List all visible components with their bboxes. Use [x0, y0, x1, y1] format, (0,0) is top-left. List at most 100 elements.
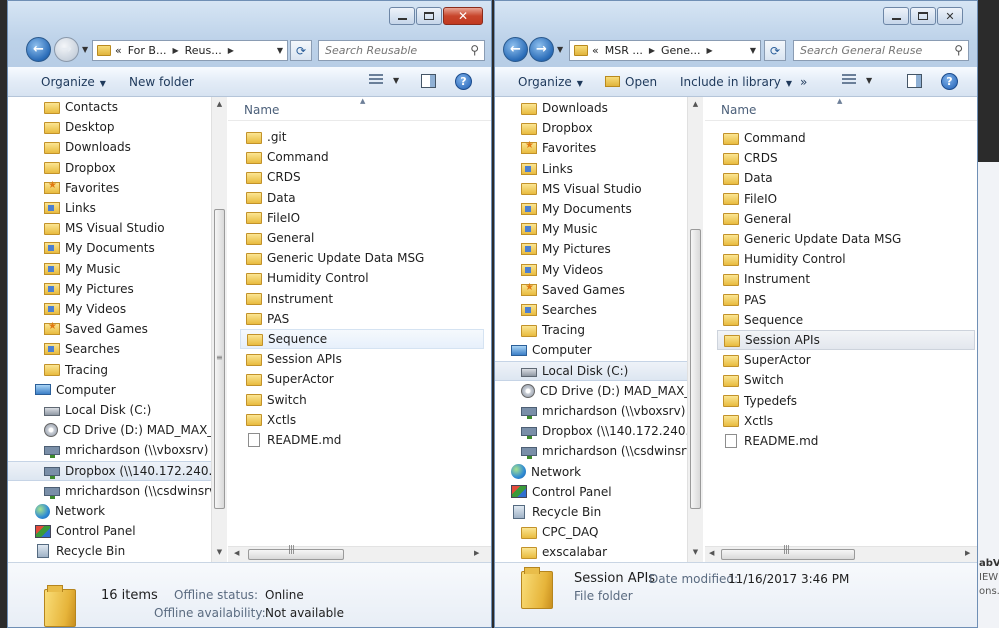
nav-item[interactable]: Control Panel: [8, 521, 227, 541]
chevron-right-icon[interactable]: ▶: [172, 46, 178, 55]
scroll-right-icon[interactable]: ▶: [474, 549, 479, 557]
scroll-up-icon[interactable]: ▲: [212, 100, 227, 108]
file-row[interactable]: Xctls: [240, 410, 296, 430]
address-dropdown-icon[interactable]: ▼: [750, 46, 756, 55]
scrollbar-thumb[interactable]: [690, 229, 701, 509]
file-row[interactable]: CRDS: [240, 167, 301, 187]
preview-pane-button[interactable]: [907, 74, 922, 88]
scroll-up-icon[interactable]: ▲: [688, 100, 703, 108]
file-row[interactable]: Xctls: [717, 411, 773, 431]
nav-item[interactable]: CD Drive (D:) MAD_MAX_: [495, 381, 687, 401]
horizontal-scrollbar[interactable]: ◀ ||| ▶: [705, 545, 977, 562]
chevron-right-icon[interactable]: ▶: [228, 46, 234, 55]
file-row[interactable]: Instrument: [717, 269, 810, 289]
search-input[interactable]: [319, 41, 484, 60]
column-header-name[interactable]: Name ▲: [228, 97, 491, 121]
file-row[interactable]: README.md: [717, 431, 818, 451]
nav-item[interactable]: mrichardson (\\vboxsrv) (: [495, 401, 687, 421]
search-icon[interactable]: ⚲: [470, 43, 479, 57]
include-in-library-button[interactable]: Include in library ▼: [680, 75, 792, 89]
file-row[interactable]: Data: [717, 168, 773, 188]
file-row[interactable]: Session APIs: [717, 330, 975, 350]
chevron-right-icon[interactable]: ▶: [649, 46, 655, 55]
address-dropdown-icon[interactable]: ▼: [277, 46, 283, 55]
file-row[interactable]: Sequence: [240, 329, 484, 349]
search-icon[interactable]: ⚲: [954, 43, 963, 57]
file-row[interactable]: Generic Update Data MSG: [240, 248, 424, 268]
refresh-button[interactable]: ⟳: [764, 40, 786, 61]
scroll-down-icon[interactable]: ▼: [212, 548, 227, 556]
breadcrumb-2[interactable]: Reus...: [185, 44, 222, 57]
nav-item[interactable]: My Music: [495, 219, 687, 239]
nav-item[interactable]: Dropbox: [495, 118, 687, 138]
file-row[interactable]: CRDS: [717, 148, 778, 168]
new-folder-button[interactable]: New folder: [129, 75, 194, 89]
nav-item[interactable]: Links: [8, 198, 227, 218]
column-header-name[interactable]: Name ▲: [705, 97, 977, 121]
nav-item[interactable]: Network: [495, 462, 687, 482]
nav-item[interactable]: My Pictures: [495, 239, 687, 259]
close-button[interactable]: ✕: [937, 7, 963, 25]
file-row[interactable]: General: [240, 228, 314, 248]
change-view-button[interactable]: ▼: [842, 74, 872, 86]
organize-button[interactable]: Organize ▼: [41, 75, 106, 89]
navigation-scrollbar[interactable]: ▲ ≡ ▼: [211, 97, 227, 562]
file-row[interactable]: .git: [240, 127, 286, 147]
nav-item[interactable]: Links: [495, 159, 687, 179]
breadcrumb-2[interactable]: Gene...: [661, 44, 701, 57]
navigation-scrollbar[interactable]: ▲ ▼: [687, 97, 703, 562]
file-row[interactable]: Command: [717, 128, 806, 148]
file-row[interactable]: General: [717, 209, 791, 229]
open-button[interactable]: Open: [605, 75, 657, 89]
scroll-down-icon[interactable]: ▼: [688, 548, 703, 556]
nav-item[interactable]: My Pictures: [8, 279, 227, 299]
help-button[interactable]: ?: [455, 73, 472, 90]
file-row[interactable]: Typedefs: [717, 391, 797, 411]
nav-item[interactable]: Dropbox (\\140.172.240.22: [8, 460, 227, 481]
file-row[interactable]: Humidity Control: [240, 268, 369, 288]
horizontal-scrollbar[interactable]: ◀ ||| ▶: [228, 545, 491, 562]
back-button[interactable]: ←: [503, 37, 528, 62]
nav-item[interactable]: Computer: [495, 340, 687, 360]
minimize-button[interactable]: [883, 7, 909, 25]
nav-item[interactable]: Computer: [8, 380, 227, 400]
file-row[interactable]: Data: [240, 188, 296, 208]
file-row[interactable]: Switch: [240, 390, 307, 410]
nav-item[interactable]: MS Visual Studio: [8, 218, 227, 238]
chevron-right-icon[interactable]: ▶: [707, 46, 713, 55]
nav-item[interactable]: Recycle Bin: [495, 502, 687, 522]
search-input[interactable]: [794, 41, 968, 60]
nav-item[interactable]: Downloads: [8, 137, 227, 157]
file-row[interactable]: Generic Update Data MSG: [717, 229, 901, 249]
forward-button[interactable]: →: [529, 37, 554, 62]
nav-item[interactable]: Dropbox: [8, 158, 227, 178]
nav-item[interactable]: Desktop: [8, 117, 227, 137]
forward-button[interactable]: →: [54, 37, 79, 62]
nav-item[interactable]: mrichardson (\\csdwinsrv: [495, 441, 687, 461]
nav-item[interactable]: Favorites: [495, 138, 687, 158]
file-row[interactable]: PAS: [717, 290, 766, 310]
nav-item[interactable]: Favorites: [8, 178, 227, 198]
back-button[interactable]: ←: [26, 37, 51, 62]
address-bar[interactable]: « MSR ... ▶ Gene... ▶ ▼: [569, 40, 761, 61]
breadcrumb-1[interactable]: For B...: [128, 44, 167, 57]
nav-item[interactable]: mrichardson (\\vboxsrv) (: [8, 440, 227, 460]
nav-item[interactable]: My Music: [8, 259, 227, 279]
nav-item[interactable]: Saved Games: [495, 280, 687, 300]
nav-item[interactable]: Searches: [495, 300, 687, 320]
nav-item[interactable]: Tracing: [495, 320, 687, 340]
file-row[interactable]: Command: [240, 147, 329, 167]
nav-item[interactable]: Downloads: [495, 98, 687, 118]
nav-item[interactable]: exscalabar: [495, 542, 687, 562]
nav-item[interactable]: My Videos: [8, 299, 227, 319]
nav-item[interactable]: MS Visual Studio: [495, 179, 687, 199]
file-row[interactable]: Session APIs: [240, 349, 342, 369]
nav-item[interactable]: Network: [8, 501, 227, 521]
minimize-button[interactable]: [389, 7, 415, 25]
nav-item[interactable]: My Documents: [8, 238, 227, 258]
nav-item[interactable]: Dropbox (\\140.172.240.22: [495, 421, 687, 441]
file-row[interactable]: FileIO: [717, 189, 777, 209]
organize-button[interactable]: Organize ▼: [518, 75, 583, 89]
nav-item[interactable]: Recycle Bin: [8, 541, 227, 561]
file-row[interactable]: Humidity Control: [717, 249, 846, 269]
